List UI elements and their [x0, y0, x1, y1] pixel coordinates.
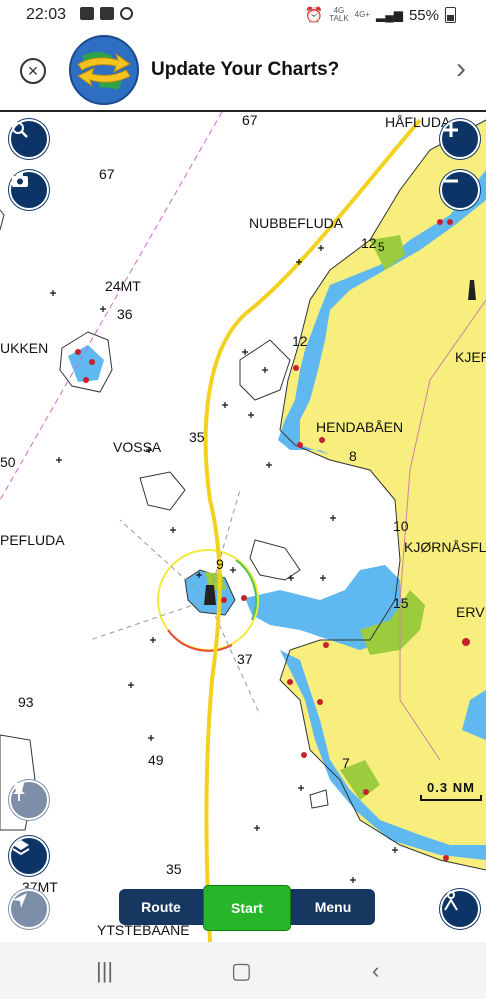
map-label-ukken: UKKEN	[0, 340, 49, 356]
scale-label: 0.3 NM	[427, 780, 475, 795]
pin-icon	[13, 783, 25, 801]
globe-icon	[69, 35, 139, 105]
status-right: ⏰ 4G TALK 4G+ ▂▄▆ 55%	[305, 6, 456, 24]
minus-icon	[444, 179, 458, 183]
person-icon	[444, 891, 458, 911]
map-label-depth-67b: 67	[99, 166, 115, 182]
layers-button[interactable]	[9, 836, 49, 876]
map-label-erv: ERV	[456, 604, 485, 620]
map-label-depth-67a: 67	[242, 112, 258, 128]
map-label-depth-49: 49	[148, 752, 164, 768]
map-label-depth-35a: 35	[189, 429, 205, 445]
mail-icon	[80, 7, 94, 20]
person-button[interactable]	[440, 889, 480, 929]
search-button[interactable]	[9, 119, 49, 159]
scale-bar	[420, 795, 482, 801]
layers-icon	[12, 840, 30, 856]
start-button[interactable]: Start	[203, 885, 291, 931]
camera-icon	[12, 173, 28, 187]
map-label-depth-7: 7	[342, 755, 350, 771]
search-icon	[12, 122, 28, 138]
map-label-depth-37: 37	[237, 651, 253, 667]
home-icon[interactable]: ▢	[231, 958, 252, 984]
map-label-kjer: KJER	[455, 349, 486, 365]
chart-map[interactable]: 67 HÅFLUDA 67 NUBBEFLUDA 12 5 24MT 36 UK…	[0, 112, 486, 942]
map-label-depth-35b: 35	[166, 861, 182, 877]
zoom-out-button[interactable]	[440, 170, 480, 210]
camera-button[interactable]	[9, 170, 49, 210]
map-label-depth-8: 8	[349, 448, 357, 464]
battery-icon	[445, 7, 456, 23]
map-label-depth-5: 5	[378, 240, 385, 254]
chart-graphics	[0, 112, 486, 942]
map-label-kjornasfl: KJØRNÅSFL	[404, 539, 486, 555]
map-label-vossa: VOSSA	[113, 439, 162, 455]
map-label-depth-36: 36	[117, 306, 133, 322]
network-indicator: 4G TALK	[329, 6, 349, 23]
status-bar: 22:03 ⏰ 4G TALK 4G+ ▂▄▆ 55%	[0, 0, 486, 30]
pin-button[interactable]	[9, 780, 49, 820]
map-label-24mt: 24MT	[105, 278, 141, 294]
recent-apps-icon[interactable]: |||	[96, 958, 113, 984]
update-charts-banner[interactable]: × Update Your Charts? ›	[0, 30, 486, 112]
bottom-action-bar: Route Start Menu	[119, 885, 375, 931]
map-label-depth-15: 15	[393, 595, 409, 611]
signal-icon: ▂▄▆	[376, 8, 403, 22]
map-label-depth-93: 93	[18, 694, 34, 710]
map-label-pefluda: PEFLUDA	[0, 532, 65, 548]
plus-icon	[444, 123, 458, 137]
image-icon	[100, 7, 114, 20]
map-label-hendabaen: HENDABÅEN	[316, 419, 404, 435]
map-label-depth-9: 9	[216, 556, 224, 572]
notification-icons	[80, 7, 133, 20]
map-label-depth-50: 50	[0, 454, 16, 470]
compass-button[interactable]	[9, 889, 49, 929]
map-label-hafluda: HÅFLUDA	[385, 114, 451, 130]
map-label-depth-10: 10	[393, 518, 409, 534]
scale-indicator: 0.3 NM	[420, 780, 482, 801]
alarm-icon: ⏰	[304, 7, 324, 24]
close-icon[interactable]: ×	[20, 58, 46, 84]
search-status-icon	[120, 7, 133, 20]
back-icon[interactable]: ‹	[372, 958, 379, 984]
map-label-depth-12b: 12	[292, 333, 308, 349]
network-indicator-2: 4G+	[354, 10, 370, 19]
system-nav-bar: ||| ▢ ‹	[0, 942, 486, 999]
status-time: 22:03	[26, 6, 67, 23]
route-button[interactable]: Route	[119, 889, 203, 925]
banner-title: Update Your Charts?	[151, 59, 340, 80]
battery-percent: 55%	[408, 6, 439, 24]
navigation-arrow-icon	[13, 893, 27, 908]
map-label-depth-12a: 12	[361, 235, 377, 251]
menu-button[interactable]: Menu	[291, 889, 375, 925]
map-label-nubbefluda: NUBBEFLUDA	[249, 215, 344, 231]
zoom-in-button[interactable]	[440, 119, 480, 159]
chevron-right-icon[interactable]: ›	[456, 52, 466, 86]
